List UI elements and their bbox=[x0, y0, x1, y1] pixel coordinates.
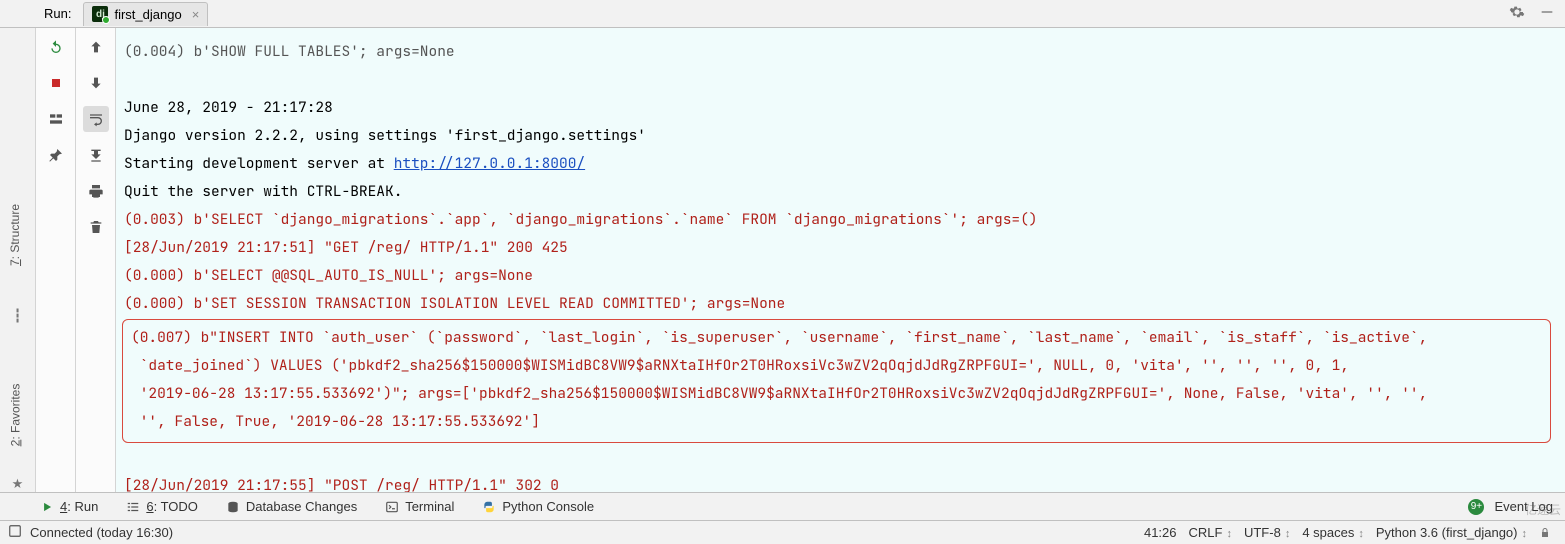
database-changes-button[interactable]: Database Changes bbox=[226, 499, 357, 514]
structure-tool-button[interactable]: 7: 7: StructureStructure bbox=[8, 204, 22, 266]
encoding-selector[interactable]: UTF-8 bbox=[1238, 525, 1296, 540]
gear-icon[interactable] bbox=[1509, 4, 1525, 23]
status-bar: Connected (today 16:30) 41:26 CRLF UTF-8… bbox=[0, 520, 1565, 544]
console-line: (0.003) b'SELECT `django_migrations`.`ap… bbox=[124, 210, 1038, 229]
console-line: (0.000) b'SET SESSION TRANSACTION ISOLAT… bbox=[124, 294, 785, 313]
lock-icon[interactable] bbox=[1533, 527, 1557, 539]
terminal-toolwindow-button[interactable]: Terminal bbox=[385, 499, 454, 514]
notifications-badge[interactable]: 9+ bbox=[1468, 499, 1484, 515]
console-line: Quit the server with CTRL-BREAK. bbox=[124, 182, 402, 201]
layout-button[interactable] bbox=[43, 106, 69, 132]
console-line: Django version 2.2.2, using settings 'fi… bbox=[124, 126, 646, 145]
status-icon bbox=[8, 524, 22, 541]
down-icon[interactable] bbox=[83, 70, 109, 96]
console-line: [28/Jun/2019 21:17:55] "POST /reg/ HTTP/… bbox=[124, 476, 559, 492]
favorites-tool-button[interactable]: 2: 2: FavoritesFavorites bbox=[8, 384, 22, 447]
console-line: (0.004) b'SHOW FULL TABLES'; args=None bbox=[124, 38, 1557, 66]
left-side-rail: 7: 7: StructureStructure ┇ 2: 2: Favorit… bbox=[0, 28, 36, 492]
event-log-button[interactable]: Event Log bbox=[1494, 499, 1553, 514]
bottom-toolstrip: 4: 4: RunRun 6: 6: TODOTODO Database Cha… bbox=[0, 492, 1565, 520]
console-line: Starting development server at http://12… bbox=[124, 154, 585, 173]
interpreter-selector[interactable]: Python 3.6 (first_django) bbox=[1370, 525, 1533, 540]
soft-wrap-button[interactable] bbox=[83, 106, 109, 132]
line-separator-selector[interactable]: CRLF bbox=[1183, 525, 1238, 540]
run-toolwindow-button[interactable]: 4: 4: RunRun bbox=[40, 499, 98, 514]
status-message: Connected (today 16:30) bbox=[30, 525, 173, 540]
highlighted-sql-insert: (0.007) b"INSERT INTO `auth_user` (`pass… bbox=[122, 319, 1551, 443]
print-button[interactable] bbox=[83, 178, 109, 204]
star-icon: ★ bbox=[12, 476, 24, 492]
console-line: June 28, 2019 - 21:17:28 bbox=[124, 98, 333, 117]
stop-button[interactable] bbox=[43, 70, 69, 96]
console-actions-gutter bbox=[76, 28, 116, 492]
up-icon[interactable] bbox=[83, 34, 109, 60]
run-config-tab[interactable]: dj first_django × bbox=[83, 2, 208, 26]
django-icon: dj bbox=[92, 6, 108, 22]
console-output[interactable]: (0.004) b'SHOW FULL TABLES'; args=None J… bbox=[116, 28, 1565, 492]
run-label: Run: bbox=[44, 6, 71, 21]
rerun-button[interactable] bbox=[43, 34, 69, 60]
server-url-link[interactable]: http://127.0.0.1:8000/ bbox=[394, 154, 585, 173]
run-config-tab-title: first_django bbox=[114, 7, 181, 22]
close-icon[interactable]: × bbox=[192, 7, 200, 22]
run-toolwindow-header: Run: dj first_django × bbox=[0, 0, 1565, 28]
run-actions-gutter bbox=[36, 28, 76, 492]
console-line: [28/Jun/2019 21:17:51] "GET /reg/ HTTP/1… bbox=[124, 238, 568, 257]
python-console-button[interactable]: Python Console bbox=[482, 499, 594, 514]
trash-button[interactable] bbox=[83, 214, 109, 240]
scroll-to-end-button[interactable] bbox=[83, 142, 109, 168]
todo-toolwindow-button[interactable]: 6: 6: TODOTODO bbox=[126, 499, 198, 514]
structure-icon: ┇ bbox=[14, 308, 22, 324]
indent-selector[interactable]: 4 spaces bbox=[1296, 525, 1370, 540]
console-line: (0.000) b'SELECT @@SQL_AUTO_IS_NULL'; ar… bbox=[124, 266, 533, 285]
pin-button[interactable] bbox=[43, 142, 69, 168]
minimize-icon[interactable] bbox=[1539, 4, 1555, 23]
caret-position[interactable]: 41:26 bbox=[1138, 525, 1183, 540]
